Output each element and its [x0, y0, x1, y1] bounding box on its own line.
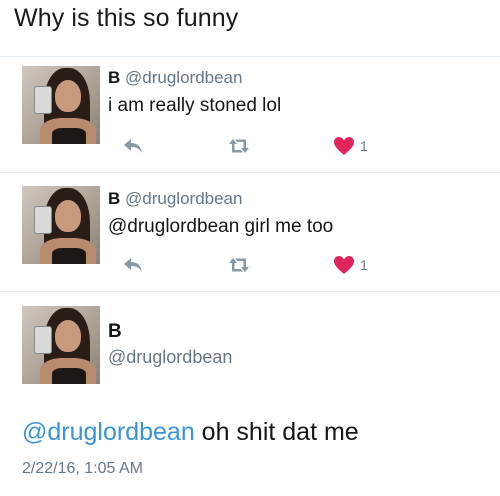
tweet-body: oh shit dat me	[194, 418, 359, 446]
tweet-text: @druglordbean oh shit dat me	[22, 418, 359, 447]
avatar[interactable]	[22, 66, 100, 144]
meme-caption: Why is this so funny	[14, 4, 239, 32]
display-name: B	[108, 68, 121, 87]
tweet-text: i am really stoned lol	[108, 95, 282, 116]
reply-icon[interactable]	[122, 255, 144, 275]
tweet-text: @druglordbean girl me too	[108, 216, 334, 237]
tweet-actions: 1	[108, 255, 408, 279]
like-count: 1	[360, 138, 368, 154]
display-name: B	[108, 189, 121, 208]
tweet-author[interactable]: B @druglordbean	[108, 68, 242, 88]
user-handle[interactable]: @druglordbean	[108, 347, 232, 368]
display-name[interactable]: B	[108, 321, 122, 343]
retweet-icon[interactable]	[226, 255, 252, 275]
reply-icon[interactable]	[122, 136, 144, 156]
retweet-icon[interactable]	[226, 136, 252, 156]
avatar[interactable]	[22, 306, 100, 384]
tweet-timestamp[interactable]: 2/22/16, 1:05 AM	[22, 460, 143, 478]
user-handle: @druglordbean	[125, 189, 243, 208]
divider	[0, 172, 500, 173]
tweet-author[interactable]: B @druglordbean	[108, 189, 242, 209]
divider	[0, 291, 500, 292]
user-handle: @druglordbean	[125, 68, 243, 87]
like-count: 1	[360, 257, 368, 273]
tweet-actions: 1	[108, 136, 408, 160]
heart-icon[interactable]	[333, 255, 355, 275]
divider	[0, 56, 500, 57]
avatar[interactable]	[22, 186, 100, 264]
mention-link[interactable]: @druglordbean	[22, 418, 195, 446]
heart-icon[interactable]	[333, 136, 355, 156]
